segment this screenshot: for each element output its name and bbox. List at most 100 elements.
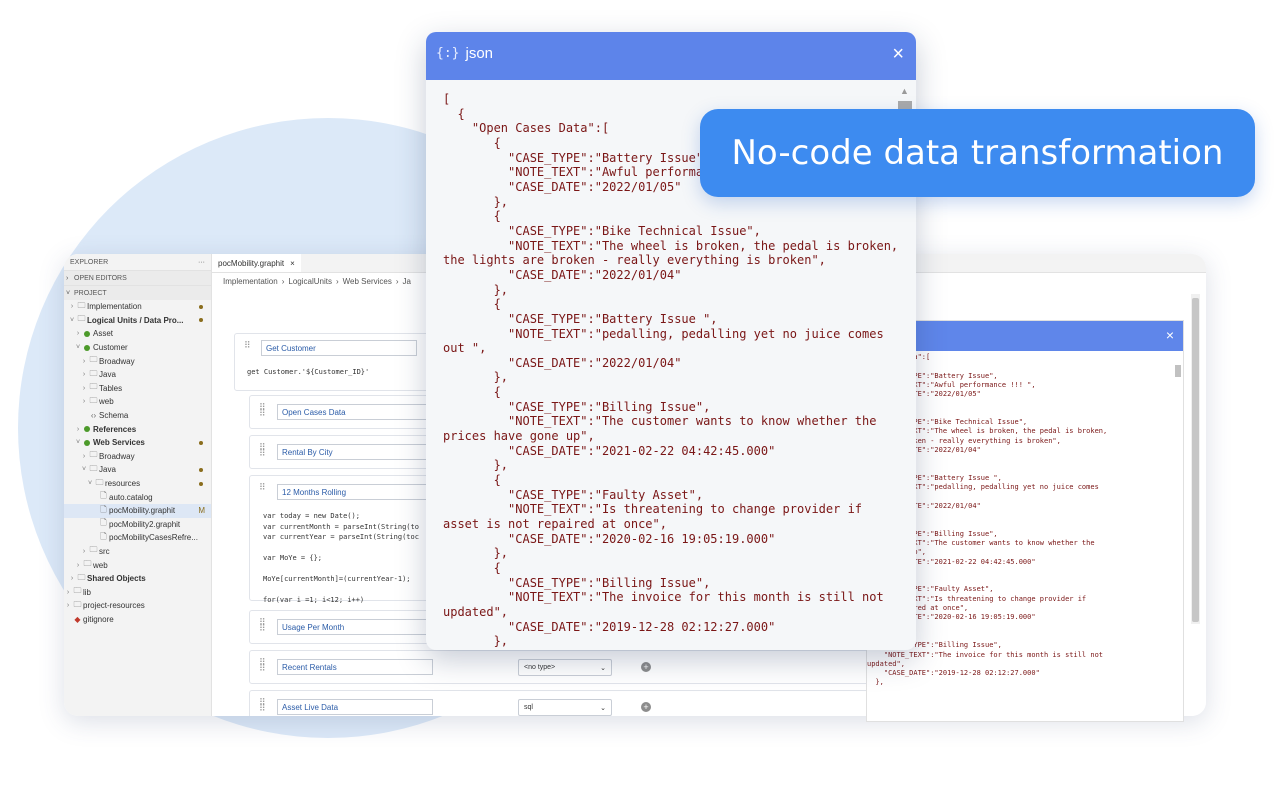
tree-item-java[interactable]: › 🗀 Java: [64, 368, 211, 382]
drag-handle-icon[interactable]: ⠿ ⠿: [259, 618, 266, 633]
chevron-right-icon: ›: [82, 398, 86, 406]
modified-flag: M: [198, 506, 205, 516]
tree-item-pocmobility-graphit[interactable]: 🗋 pocMobility.graphit M: [64, 503, 211, 518]
tree-item-label: pocMobility2.graphit: [109, 519, 181, 529]
tree-item-pocmobility2-graphit[interactable]: 🗋 pocMobility2.graphit: [64, 518, 211, 532]
chevron-right-icon: ›: [70, 575, 74, 583]
file-icon: 🗋: [100, 504, 107, 514]
tree-item-label: Java: [99, 370, 116, 380]
tree-item-web[interactable]: › 🗀 web: [64, 395, 211, 409]
json-preview-scrollbar[interactable]: [1175, 357, 1181, 717]
chevron-right-icon: ›: [70, 303, 74, 311]
drag-handle-icon[interactable]: ⠿: [244, 341, 251, 350]
close-icon[interactable]: ×: [290, 259, 295, 268]
chevron-right-icon: ›: [66, 274, 69, 282]
tree-item-pocmobilitycasesrefresh[interactable]: 🗋 pocMobilityCasesRefre...: [64, 531, 211, 545]
add-icon[interactable]: +: [641, 662, 651, 672]
node-name-field[interactable]: Recent Rentals: [277, 659, 433, 675]
tree-item-label: auto.catalog: [109, 492, 153, 502]
scrollbar-thumb[interactable]: [1175, 365, 1181, 377]
breadcrumb-item[interactable]: Ja: [403, 277, 411, 286]
type-select[interactable]: <no type> ⌄: [518, 659, 612, 676]
tree-item-web-services[interactable]: ˅ Web Services: [64, 436, 211, 450]
editor-scrollbar[interactable]: [1191, 294, 1200, 624]
folder-icon: 🗀: [89, 450, 98, 460]
chevron-right-icon: ›: [82, 384, 86, 392]
file-icon: 🗋: [100, 491, 107, 501]
drag-handle-icon[interactable]: ⠿ ⠿: [259, 698, 266, 713]
tree-item-implementation[interactable]: › 🗀 Implementation: [64, 300, 211, 314]
folder-icon: 🗀: [89, 463, 98, 473]
project-section[interactable]: ˅ PROJECT: [64, 285, 211, 300]
tree-item-shared-objects[interactable]: › 🗀 Shared Objects: [64, 572, 211, 586]
tree-item-web[interactable]: › 🗀 web: [64, 558, 211, 572]
type-select-value: sql: [524, 704, 533, 711]
tree-item-logical-units[interactable]: ˅ 🗀 Logical Units / Data Pro...: [64, 314, 211, 328]
chevron-down-icon: ⌄: [600, 664, 606, 672]
tree-item-broadway[interactable]: › 🗀 Broadway: [64, 354, 211, 368]
node-name-field[interactable]: Usage Per Month: [277, 619, 433, 635]
chevron-down-icon: ˅: [75, 344, 81, 352]
close-icon[interactable]: ×: [892, 44, 904, 64]
open-editors-section[interactable]: › OPEN EDITORS: [64, 270, 211, 285]
node-name-field[interactable]: 12 Months Rolling: [277, 484, 433, 500]
breadcrumb-item[interactable]: Web Services: [343, 277, 392, 286]
tree-item-lib[interactable]: › 🗀 lib: [64, 585, 211, 599]
breadcrumb-item[interactable]: Implementation: [223, 277, 278, 286]
logical-unit-icon: [84, 344, 90, 351]
tree-item-resources[interactable]: ˅ 🗀 resources: [64, 477, 211, 491]
tree-item-project-resources[interactable]: › 🗀 project-resources: [64, 599, 211, 613]
tree-item-auto-catalog[interactable]: 🗋 auto.catalog: [64, 490, 211, 504]
node-code[interactable]: var today = new Date(); var currentMonth…: [263, 511, 419, 606]
drag-handle-icon[interactable]: ⠿ ⠿: [259, 443, 266, 458]
tree-item-schema[interactable]: ‹› Schema: [64, 409, 211, 423]
add-icon[interactable]: +: [641, 702, 651, 712]
tree-item-label: resources: [105, 479, 141, 489]
tree-item-references[interactable]: › References: [64, 422, 211, 436]
open-editors-label: OPEN EDITORS: [74, 274, 127, 282]
chevron-down-icon: ˅: [81, 466, 87, 474]
chevron-right-icon: ›: [335, 276, 339, 286]
close-icon[interactable]: ×: [1166, 327, 1174, 343]
folder-icon: 🗀: [89, 382, 98, 392]
node-recent-rentals[interactable]: ⠿ ⠿ Recent Rentals <no type> ⌄ +: [249, 650, 871, 684]
tree-item-label: Broadway: [99, 451, 135, 461]
node-name-field[interactable]: Asset Live Data: [277, 699, 433, 715]
chevron-right-icon: ›: [66, 602, 70, 610]
scrollbar-thumb[interactable]: [1192, 298, 1199, 622]
modified-dot-icon: [199, 304, 203, 309]
drag-handle-icon[interactable]: ⠿ ⠿: [259, 403, 266, 418]
tree-item-label: Broadway: [99, 356, 135, 366]
tree-item-label: Implementation: [87, 302, 142, 312]
tree-item-customer[interactable]: ˅ Customer: [64, 341, 211, 355]
tree-item-java[interactable]: ˅ 🗀 Java: [64, 463, 211, 477]
tab-pocmobility[interactable]: pocMobility.graphit ×: [212, 254, 301, 272]
tree-item-asset[interactable]: › Asset: [64, 327, 211, 341]
project-label: PROJECT: [74, 289, 107, 297]
breadcrumb-item[interactable]: LogicalUnits: [288, 277, 332, 286]
chevron-right-icon: ›: [82, 452, 86, 460]
tree-item-label: web: [99, 397, 114, 407]
drag-handle-icon[interactable]: ⠿: [259, 483, 266, 492]
explorer-more-button[interactable]: ···: [198, 259, 205, 266]
tree-item-src[interactable]: › 🗀 src: [64, 545, 211, 559]
node-code[interactable]: get Customer.'${Customer_ID}': [247, 367, 369, 378]
tree-item-tables[interactable]: › 🗀 Tables: [64, 382, 211, 396]
drag-handle-icon[interactable]: ⠿ ⠿: [259, 658, 266, 673]
tab-label: pocMobility.graphit: [218, 258, 285, 268]
type-select[interactable]: sql ⌄: [518, 699, 612, 716]
logical-unit-icon: [84, 439, 90, 446]
tree-item-label: pocMobility.graphit: [109, 506, 176, 516]
node-name-field[interactable]: Open Cases Data: [277, 404, 433, 420]
scroll-up-icon[interactable]: ▲: [900, 86, 909, 96]
node-name-field[interactable]: Get Customer: [261, 340, 417, 356]
chevron-right-icon: ›: [76, 425, 80, 433]
node-asset-live-data[interactable]: ⠿ ⠿ Asset Live Data sql ⌄ +: [249, 690, 871, 716]
tree-item-gitignore[interactable]: ◆ gitignore: [64, 613, 211, 627]
node-name-field[interactable]: Rental By City: [277, 444, 433, 460]
tree-item-label: Java: [99, 465, 116, 475]
json-icon: {:}: [436, 46, 460, 61]
tree-item-broadway[interactable]: › 🗀 Broadway: [64, 450, 211, 464]
file-icon: 🗋: [100, 518, 107, 528]
tree-item-label: Schema: [99, 411, 129, 421]
